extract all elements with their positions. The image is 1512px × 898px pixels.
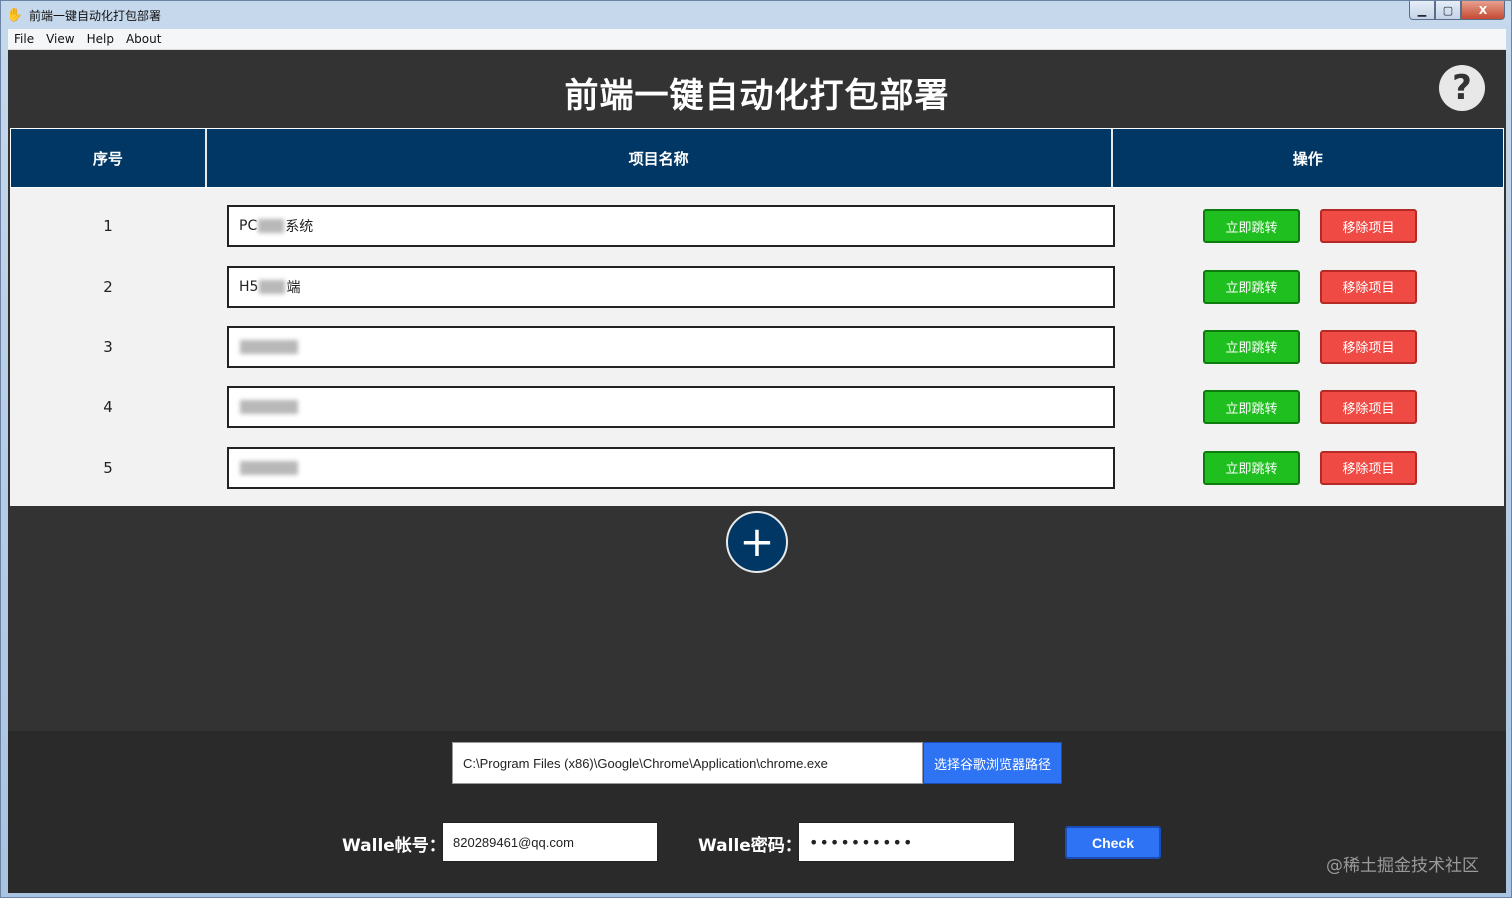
table-row: 3 立即跳转 移除项目 bbox=[10, 317, 1504, 377]
row-index: 4 bbox=[103, 398, 113, 417]
redacted-text bbox=[240, 400, 298, 415]
jump-button[interactable]: 立即跳转 bbox=[1203, 209, 1300, 244]
remove-button[interactable]: 移除项目 bbox=[1320, 329, 1417, 364]
project-name-input[interactable] bbox=[227, 386, 1115, 429]
project-name-input[interactable]: H5 端 bbox=[227, 265, 1115, 308]
jump-button[interactable]: 立即跳转 bbox=[1203, 390, 1300, 425]
name-suffix: 系统 bbox=[285, 219, 314, 236]
table-row: 5 立即跳转 移除项目 bbox=[10, 438, 1504, 498]
row-index: 1 bbox=[103, 217, 113, 236]
header-project-name: 项目名称 bbox=[207, 129, 1113, 187]
header-index: 序号 bbox=[11, 129, 207, 187]
page-title: 前端一键自动化打包部署 bbox=[564, 76, 950, 116]
redacted-text bbox=[240, 460, 298, 475]
help-icon[interactable]: ? bbox=[1439, 65, 1485, 111]
project-name-input[interactable]: PC 系统 bbox=[227, 205, 1115, 248]
jump-button[interactable]: 立即跳转 bbox=[1203, 269, 1300, 304]
menu-bar: File View Help About bbox=[8, 29, 1506, 50]
add-project-button[interactable]: + bbox=[726, 511, 788, 573]
minimize-button[interactable]: ▁ bbox=[1409, 1, 1435, 20]
name-prefix: H5 bbox=[239, 278, 259, 295]
watermark: @稀土掘金技术社区 bbox=[1326, 856, 1479, 876]
project-name-input[interactable] bbox=[227, 446, 1115, 489]
maximize-button[interactable]: ▢ bbox=[1435, 1, 1461, 20]
menu-about[interactable]: About bbox=[126, 32, 161, 46]
close-button[interactable]: X bbox=[1461, 1, 1505, 20]
remove-button[interactable]: 移除项目 bbox=[1320, 209, 1417, 244]
title-bar[interactable]: ✋ 前端一键自动化打包部署 ▁ ▢ X bbox=[1, 1, 1511, 29]
project-name-input[interactable] bbox=[227, 325, 1115, 368]
window-title: 前端一键自动化打包部署 bbox=[29, 8, 162, 23]
name-prefix: PC bbox=[239, 218, 258, 235]
table-header: 序号 项目名称 操作 bbox=[10, 128, 1504, 188]
menu-view[interactable]: View bbox=[46, 32, 74, 46]
app-header: 前端一键自动化打包部署 ? bbox=[8, 50, 1506, 128]
remove-button[interactable]: 移除项目 bbox=[1320, 450, 1417, 485]
remove-button[interactable]: 移除项目 bbox=[1320, 390, 1417, 425]
window-controls: ▁ ▢ X bbox=[1409, 1, 1505, 21]
row-index: 2 bbox=[103, 277, 113, 296]
row-index: 3 bbox=[103, 337, 113, 356]
project-table: 序号 项目名称 操作 1 PC 系统 立即跳转 移除项目 2 H5 端 立即跳转… bbox=[10, 128, 1504, 506]
table-row: 1 PC 系统 立即跳转 移除项目 bbox=[10, 196, 1504, 256]
browser-path-input[interactable]: C:\Program Files (x86)\Google\Chrome\App… bbox=[452, 742, 923, 784]
row-index: 5 bbox=[103, 458, 113, 477]
name-suffix: 端 bbox=[286, 279, 301, 296]
table-body: 1 PC 系统 立即跳转 移除项目 2 H5 端 立即跳转 移除项目 3 立即跳… bbox=[10, 188, 1504, 506]
select-browser-path-button[interactable]: 选择谷歌浏览器路径 bbox=[923, 742, 1062, 784]
walle-account-label: Walle帐号： bbox=[342, 836, 446, 856]
app-icon: ✋ bbox=[6, 7, 24, 23]
jump-button[interactable]: 立即跳转 bbox=[1203, 450, 1300, 485]
menu-file[interactable]: File bbox=[14, 32, 34, 46]
redacted-text bbox=[258, 219, 285, 234]
menu-help[interactable]: Help bbox=[87, 32, 114, 46]
app-window: ✋ 前端一键自动化打包部署 ▁ ▢ X File View Help About… bbox=[0, 0, 1512, 898]
settings-panel: C:\Program Files (x86)\Google\Chrome\App… bbox=[8, 731, 1506, 893]
walle-account-input[interactable]: 820289461@qq.com bbox=[442, 822, 658, 862]
header-actions: 操作 bbox=[1292, 149, 1323, 168]
client-area: 前端一键自动化打包部署 ? 序号 项目名称 操作 1 PC 系统 立即跳转 移除项… bbox=[8, 50, 1506, 893]
redacted-text bbox=[240, 339, 298, 354]
walle-password-input[interactable]: •••••••••• bbox=[798, 822, 1015, 862]
jump-button[interactable]: 立即跳转 bbox=[1203, 329, 1300, 364]
walle-password-label: Walle密码： bbox=[698, 836, 802, 856]
table-row: 2 H5 端 立即跳转 移除项目 bbox=[10, 256, 1504, 316]
redacted-text bbox=[259, 279, 286, 294]
table-row: 4 立即跳转 移除项目 bbox=[10, 377, 1504, 437]
check-button[interactable]: Check bbox=[1065, 826, 1161, 859]
remove-button[interactable]: 移除项目 bbox=[1320, 269, 1417, 304]
